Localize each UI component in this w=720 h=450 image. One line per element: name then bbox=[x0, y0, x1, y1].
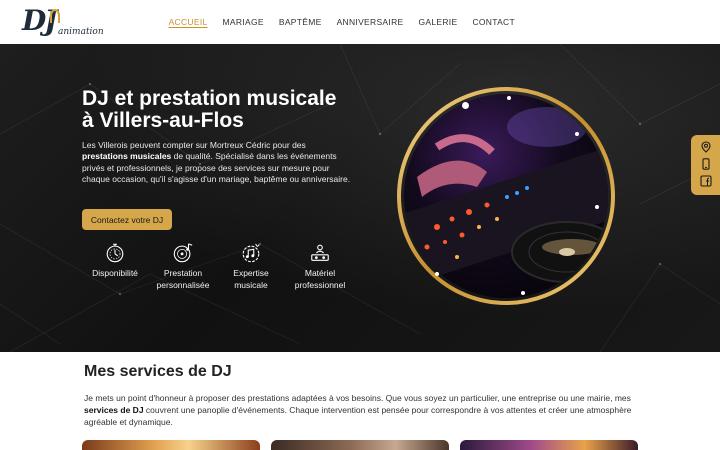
nav-item-anniversaire[interactable]: ANNIVERSAIRE bbox=[337, 17, 404, 27]
service-card-anniversaire-image[interactable] bbox=[460, 440, 638, 450]
feature-label-line-1: Matériel bbox=[304, 268, 336, 278]
services-text-bold: services de DJ bbox=[84, 405, 144, 415]
stopwatch-icon bbox=[106, 243, 124, 263]
services-text-part-2: couvrent une panoplie d'événements. Chaq… bbox=[84, 405, 632, 427]
dj-mixer-image bbox=[397, 87, 615, 305]
feature-expertise: Expertise musicale bbox=[216, 242, 286, 291]
vinyl-note-icon bbox=[173, 243, 193, 263]
decor-dot bbox=[435, 272, 439, 276]
feature-label-line-2: professionnel bbox=[294, 279, 346, 290]
feature-label-line-1: Prestation bbox=[163, 268, 203, 278]
music-notes-icon bbox=[242, 243, 260, 263]
feature-materiel: Matériel professionnel bbox=[288, 242, 352, 291]
service-card-mariage-image[interactable] bbox=[82, 440, 260, 450]
nav-item-contact[interactable]: CONTACT bbox=[472, 17, 515, 27]
hero-title: DJ et prestation musicale à Villers-au-F… bbox=[82, 88, 362, 132]
dj-turntable-icon bbox=[311, 244, 329, 261]
decor-dot bbox=[575, 132, 579, 136]
dj-mixer-photo bbox=[397, 87, 615, 305]
services-title: Mes services de DJ bbox=[84, 363, 232, 380]
nav-item-galerie[interactable]: GALERIE bbox=[418, 17, 457, 27]
decor-dot bbox=[595, 205, 599, 209]
hero-intro-part-1: Les Villerois peuvent compter sur Mortre… bbox=[82, 140, 306, 150]
phone-icon[interactable] bbox=[700, 158, 712, 170]
feature-prestation: Prestation personnalisée bbox=[150, 242, 216, 291]
features-list: Disponibilité Prestation personnalisée E… bbox=[82, 242, 353, 291]
feature-label-line-2: musicale bbox=[234, 279, 268, 290]
facebook-icon[interactable] bbox=[700, 175, 712, 187]
feature-label-line-1: Expertise bbox=[233, 268, 269, 278]
side-contact-bar bbox=[691, 135, 720, 195]
main-nav: ACCUEIL MARIAGE BAPTÊME ANNIVERSAIRE GAL… bbox=[169, 0, 720, 44]
hero-title-line-2: à Villers-au-Flos bbox=[82, 109, 244, 132]
nav-item-bapteme[interactable]: BAPTÊME bbox=[279, 17, 322, 27]
hero-title-line-1: DJ et prestation musicale bbox=[82, 87, 337, 110]
services-text-part-1: Je mets un point d'honneur à proposer de… bbox=[84, 393, 631, 403]
feature-label-line-2: personnalisée bbox=[156, 279, 210, 290]
hero-intro: Les Villerois peuvent compter sur Mortre… bbox=[82, 140, 354, 185]
hero-intro-bold: prestations musicales bbox=[82, 151, 172, 162]
services-description: Je mets un point d'honneur à proposer de… bbox=[84, 392, 636, 428]
logo-subtext: animation bbox=[58, 27, 104, 37]
decor-dot bbox=[462, 102, 469, 109]
feature-disponibilite: Disponibilité bbox=[82, 242, 148, 291]
services-section: Mes services de DJ Je mets un point d'ho… bbox=[0, 352, 720, 450]
decor-dot bbox=[507, 96, 511, 100]
contact-dj-button[interactable]: Contactez votre DJ bbox=[82, 209, 172, 230]
service-card-bapteme-image[interactable] bbox=[271, 440, 449, 450]
feature-label: Disponibilité bbox=[92, 268, 138, 278]
nav-item-mariage[interactable]: MARIAGE bbox=[223, 17, 264, 27]
decor-dot bbox=[521, 291, 525, 295]
site-header: DJ animation ACCUEIL MARIAGE BAPTÊME ANN… bbox=[0, 0, 720, 44]
nav-item-accueil[interactable]: ACCUEIL bbox=[169, 17, 208, 27]
map-pin-icon[interactable] bbox=[700, 141, 712, 153]
logo[interactable]: DJ animation bbox=[22, 4, 104, 40]
headphones-icon bbox=[50, 9, 60, 23]
